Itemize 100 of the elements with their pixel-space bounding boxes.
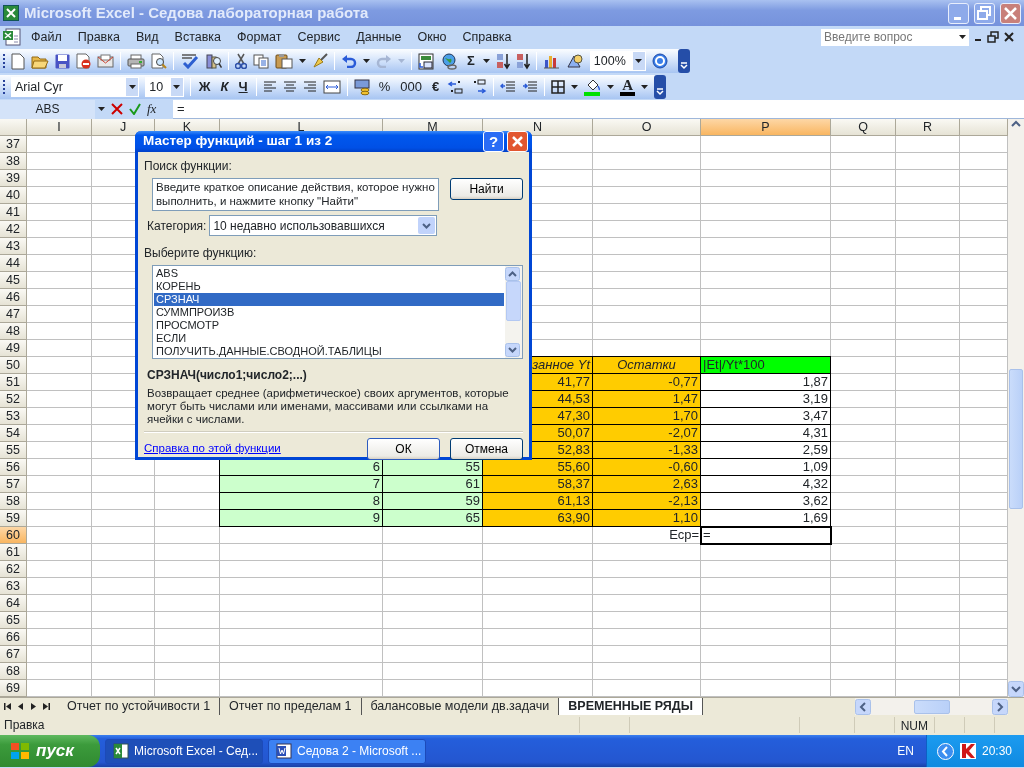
caret-icon[interactable]	[363, 59, 370, 63]
row-header[interactable]: 53	[0, 408, 27, 425]
table-cell[interactable]: -2,07	[593, 425, 701, 442]
column-header[interactable]: P	[701, 119, 831, 136]
table-cell[interactable]: -0,60	[593, 459, 701, 476]
increase-decimal-icon[interactable]	[447, 79, 465, 95]
table-cell[interactable]: 3,19	[701, 391, 831, 408]
table-cell[interactable]: 4,32	[701, 476, 831, 493]
increase-indent-icon[interactable]	[522, 80, 539, 94]
help-icon[interactable]	[651, 53, 668, 69]
restore-icon[interactable]	[986, 30, 1000, 44]
table-cell[interactable]: 1,70	[593, 408, 701, 425]
vertical-scrollbar[interactable]	[1008, 119, 1024, 697]
ok-button[interactable]: ОК	[367, 438, 440, 460]
row-header[interactable]: 39	[0, 170, 27, 187]
list-scrollbar[interactable]	[505, 266, 522, 358]
row-header[interactable]: 47	[0, 306, 27, 323]
table-cell[interactable]: 1,09	[701, 459, 831, 476]
menu-item[interactable]: Окно	[410, 26, 454, 48]
scissors-icon[interactable]	[235, 53, 247, 69]
help-button[interactable]: ?	[483, 131, 504, 152]
table-cell[interactable]: 61	[383, 476, 483, 493]
row-header[interactable]: 69	[0, 680, 27, 697]
list-item[interactable]: ПОЛУЧИТЬ.ДАННЫЕ.СВОДНОЙ.ТАБЛИЦЫ	[154, 345, 504, 358]
row-header[interactable]: 46	[0, 289, 27, 306]
menu-item[interactable]: Формат	[230, 26, 289, 48]
table-cell[interactable]: 2,63	[593, 476, 701, 493]
table-cell[interactable]: 61,13	[483, 493, 593, 510]
globe-link-icon[interactable]	[441, 52, 459, 70]
first-sheet-icon[interactable]	[4, 702, 11, 711]
sort-descending-icon[interactable]	[515, 52, 530, 70]
list-item[interactable]: ЕСЛИ	[154, 332, 504, 345]
currency-icon[interactable]	[353, 78, 371, 96]
printer-icon[interactable]	[127, 53, 145, 69]
font-color-button[interactable]: A	[620, 78, 635, 96]
borders-icon[interactable]	[551, 80, 566, 94]
table-cell[interactable]: 59	[383, 493, 483, 510]
merge-center-icon[interactable]	[322, 80, 341, 94]
scroll-right-icon[interactable]	[992, 698, 1008, 715]
taskbar-button[interactable]: Microsoft Excel - Сед...	[105, 738, 263, 764]
table-cell[interactable]: 1,47	[593, 391, 701, 408]
row-header[interactable]: 61	[0, 544, 27, 561]
row-header[interactable]: 54	[0, 425, 27, 442]
print-preview-icon[interactable]	[151, 53, 167, 69]
chart-icon[interactable]	[542, 53, 560, 69]
column-header[interactable]: R	[896, 119, 960, 136]
spelling-check-icon[interactable]	[180, 53, 200, 69]
scroll-thumb[interactable]	[913, 699, 950, 714]
caret-icon[interactable]	[173, 85, 181, 89]
toolbar-options-icon[interactable]	[654, 75, 666, 99]
scroll-left-icon[interactable]	[855, 698, 871, 715]
workbook-icon[interactable]	[2, 28, 22, 46]
open-folder-icon[interactable]	[31, 53, 49, 69]
research-books-icon[interactable]	[206, 53, 222, 69]
table-cell[interactable]: |Et|/Yt*100	[701, 357, 831, 374]
start-button[interactable]: пуск	[0, 735, 100, 767]
menu-item[interactable]: Правка	[70, 26, 127, 48]
row-header[interactable]: 57	[0, 476, 27, 493]
scroll-thumb[interactable]	[506, 281, 521, 321]
formula-input[interactable]: =	[173, 99, 1024, 119]
table-cell[interactable]: 2,59	[701, 442, 831, 459]
caret-icon[interactable]	[571, 85, 579, 89]
drawing-shapes-icon[interactable]	[565, 53, 584, 69]
last-sheet-icon[interactable]	[43, 702, 50, 711]
row-header[interactable]: 63	[0, 578, 27, 595]
table-cell[interactable]: 65	[383, 510, 483, 527]
previous-sheet-icon[interactable]	[17, 702, 24, 711]
row-header[interactable]: 40	[0, 187, 27, 204]
list-item[interactable]: СРЗНАЧ	[154, 293, 504, 306]
underline-button[interactable]: Ч	[236, 77, 250, 97]
cancel-button[interactable]: Отмена	[450, 438, 523, 460]
scroll-thumb[interactable]	[1009, 369, 1023, 509]
row-header[interactable]: 65	[0, 612, 27, 629]
column-header[interactable]: Q	[831, 119, 896, 136]
row-header[interactable]: 56	[0, 459, 27, 476]
sort-ascending-icon[interactable]	[495, 52, 510, 70]
document-permission-icon[interactable]	[76, 53, 91, 69]
font-name-dropdown[interactable]: Arial Cyr	[11, 77, 140, 97]
scroll-down-icon[interactable]	[505, 343, 520, 357]
row-header[interactable]: 52	[0, 391, 27, 408]
help-question-field[interactable]: Введите вопрос	[820, 27, 970, 47]
paste-icon[interactable]	[275, 53, 293, 69]
menu-item[interactable]: Данные	[349, 26, 409, 48]
table-cell[interactable]: 3,62	[701, 493, 831, 510]
row-header[interactable]: 62	[0, 561, 27, 578]
row-header[interactable]: 42	[0, 221, 27, 238]
caret-icon[interactable]	[482, 59, 490, 63]
row-header[interactable]: 41	[0, 204, 27, 221]
bold-button[interactable]: Ж	[196, 77, 213, 97]
row-header[interactable]: 64	[0, 595, 27, 612]
align-center-icon[interactable]	[282, 81, 297, 93]
table-cell[interactable]: 63,90	[483, 510, 593, 527]
undo-arrow-icon[interactable]	[341, 54, 357, 68]
help-link[interactable]: Справка по этой функции	[144, 440, 281, 458]
table-cell[interactable]: -1,33	[593, 442, 701, 459]
row-header[interactable]: 59	[0, 510, 27, 527]
row-header[interactable]: 48	[0, 323, 27, 340]
name-box[interactable]: ABS	[0, 99, 95, 119]
close-icon[interactable]	[1002, 30, 1016, 44]
autosum-button[interactable]: Σ	[465, 51, 477, 71]
